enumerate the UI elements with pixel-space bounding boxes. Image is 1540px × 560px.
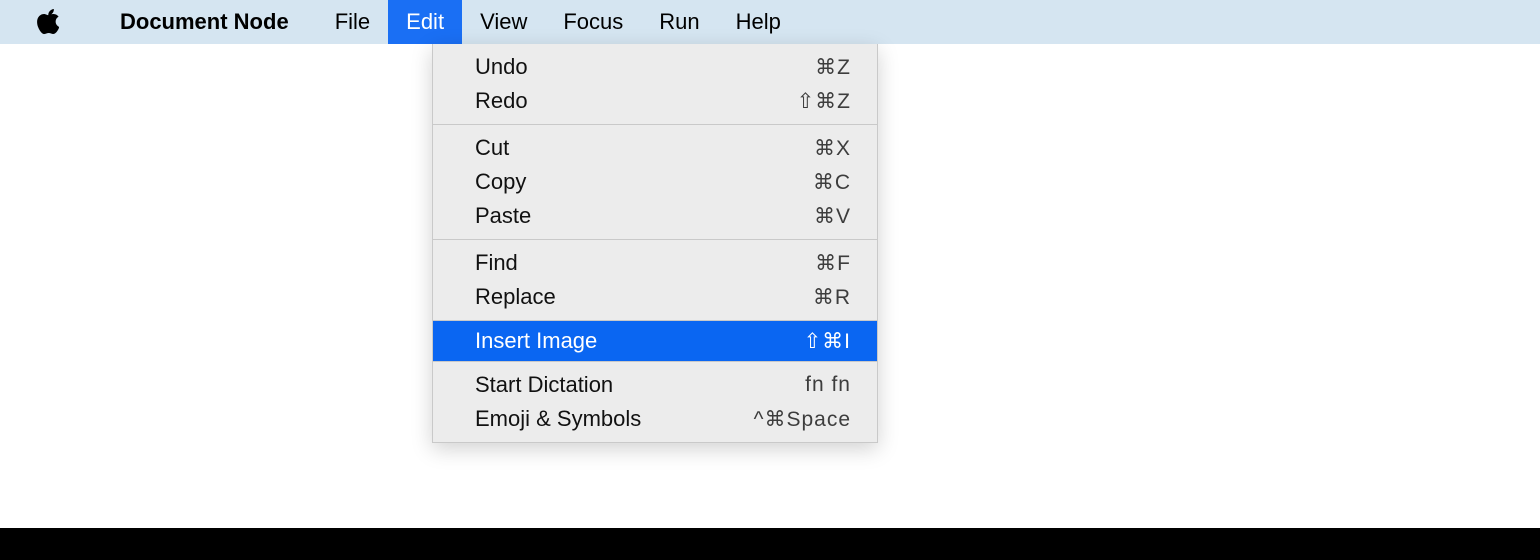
- menubar: Document Node File Edit View Focus Run H…: [0, 0, 1540, 44]
- menu-item-shortcut: fn fn: [805, 373, 851, 397]
- menu-file[interactable]: File: [317, 0, 388, 44]
- menu-item-label: Replace: [475, 284, 813, 310]
- apple-logo-icon[interactable]: [36, 10, 60, 34]
- menu-item-shortcut: ^⌘Space: [754, 407, 851, 432]
- menu-item-label: Find: [475, 250, 815, 276]
- menu-edit[interactable]: Edit: [388, 0, 462, 44]
- menu-item-insert-image[interactable]: Insert Image ⇧⌘I: [433, 321, 877, 361]
- menu-item-label: Cut: [475, 135, 814, 161]
- menu-item-label: Emoji & Symbols: [475, 406, 754, 432]
- menu-item-label: Paste: [475, 203, 814, 229]
- menu-item-shortcut: ⌘C: [813, 170, 851, 195]
- menu-item-paste[interactable]: Paste ⌘V: [433, 199, 877, 233]
- menu-item-undo[interactable]: Undo ⌘Z: [433, 50, 877, 84]
- menu-item-label: Copy: [475, 169, 813, 195]
- app-name[interactable]: Document Node: [102, 0, 307, 44]
- menu-item-start-dictation[interactable]: Start Dictation fn fn: [433, 368, 877, 402]
- menu-item-shortcut: ⌘F: [815, 251, 851, 276]
- menu-item-copy[interactable]: Copy ⌘C: [433, 165, 877, 199]
- menu-item-cut[interactable]: Cut ⌘X: [433, 131, 877, 165]
- menu-item-shortcut: ⇧⌘Z: [797, 89, 851, 114]
- menu-item-replace[interactable]: Replace ⌘R: [433, 280, 877, 314]
- menu-item-shortcut: ⌘Z: [815, 55, 851, 80]
- menu-run[interactable]: Run: [641, 0, 717, 44]
- menu-focus[interactable]: Focus: [545, 0, 641, 44]
- menu-item-shortcut: ⌘V: [814, 204, 851, 229]
- menu-item-label: Insert Image: [475, 328, 804, 354]
- menu-item-shortcut: ⌘R: [813, 285, 851, 310]
- menu-item-label: Start Dictation: [475, 372, 805, 398]
- menu-view[interactable]: View: [462, 0, 545, 44]
- menu-help[interactable]: Help: [718, 0, 799, 44]
- menu-item-label: Redo: [475, 88, 797, 114]
- menu-item-find[interactable]: Find ⌘F: [433, 246, 877, 280]
- menu-item-shortcut: ⌘X: [814, 136, 851, 161]
- edit-dropdown: Undo ⌘Z Redo ⇧⌘Z Cut ⌘X Copy ⌘C Paste ⌘V…: [432, 44, 878, 443]
- menu-item-emoji-symbols[interactable]: Emoji & Symbols ^⌘Space: [433, 402, 877, 436]
- menu-item-redo[interactable]: Redo ⇧⌘Z: [433, 84, 877, 118]
- bottom-black-region: [0, 528, 1540, 560]
- menu-item-label: Undo: [475, 54, 815, 80]
- menu-item-shortcut: ⇧⌘I: [804, 329, 851, 354]
